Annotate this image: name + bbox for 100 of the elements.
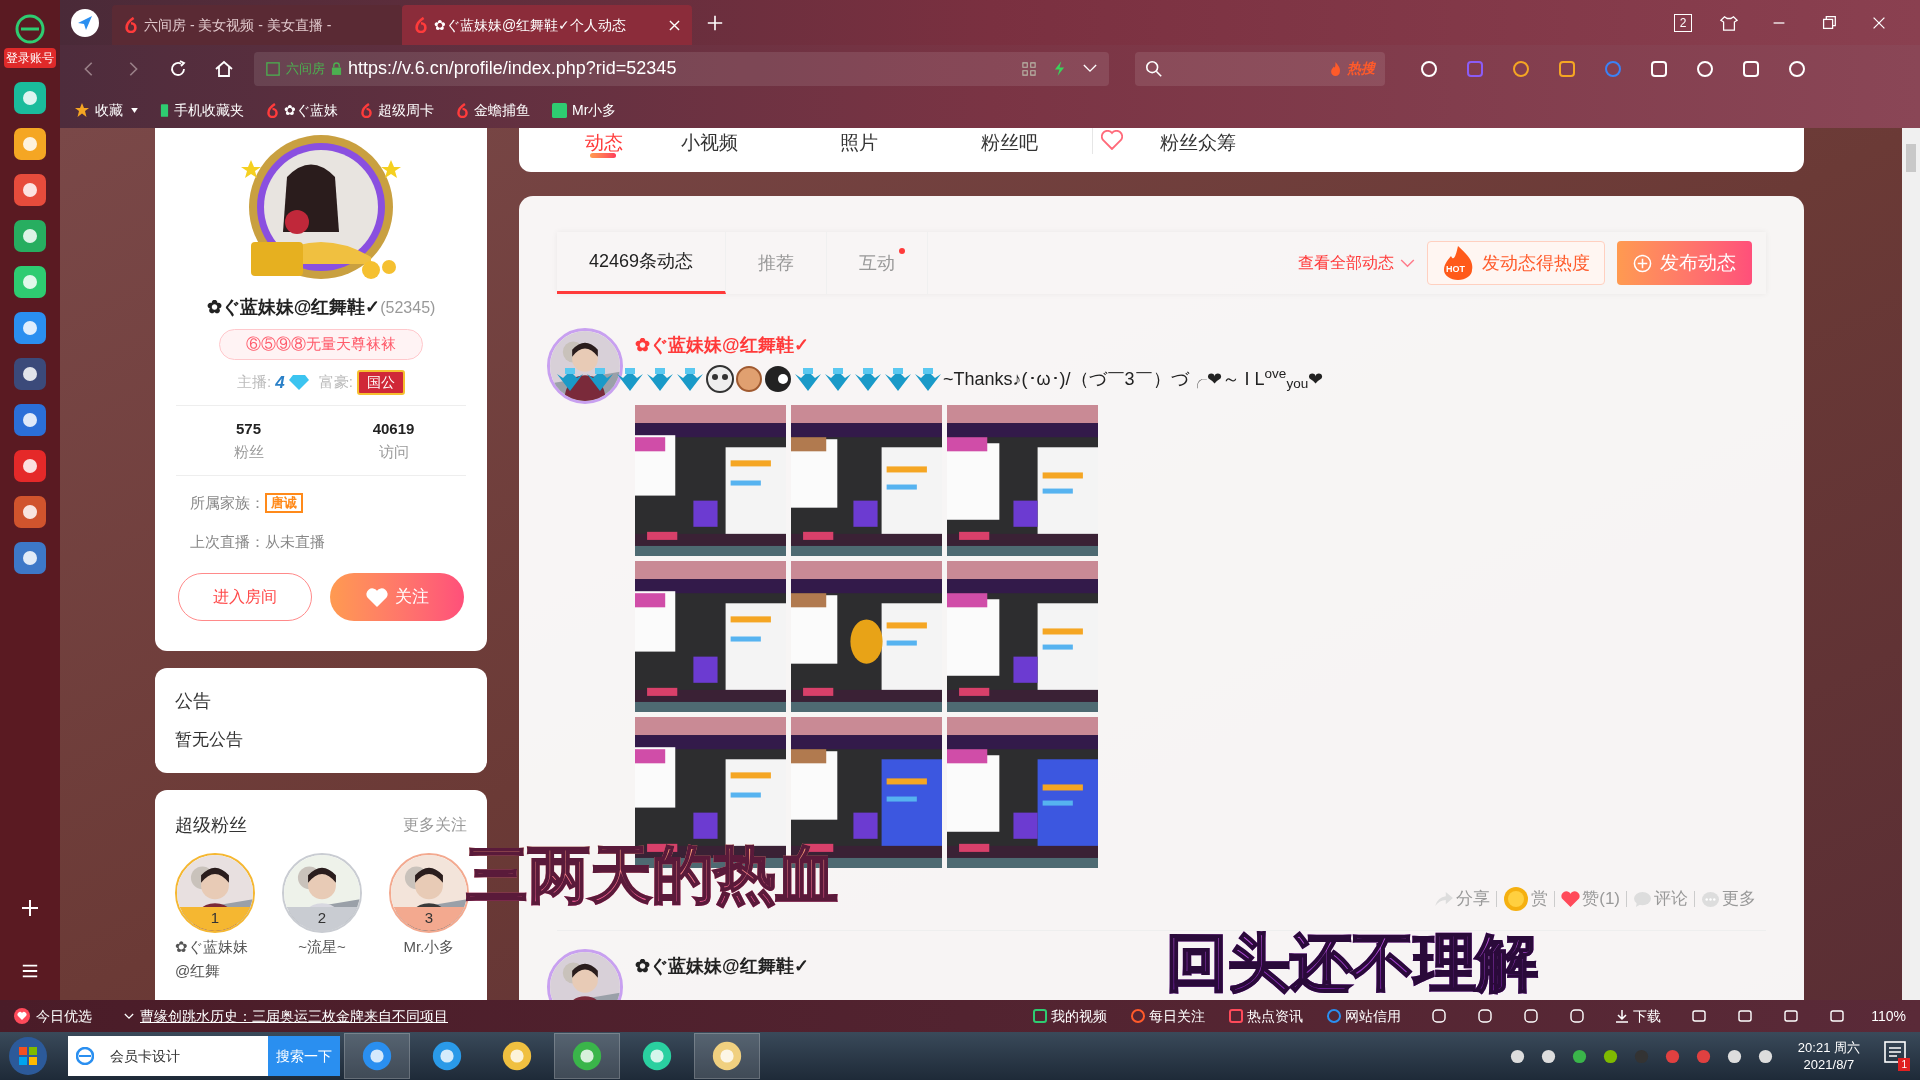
five-wing-icon <box>615 366 645 392</box>
anchor-label: 主播: <box>237 372 272 392</box>
bookmark-link[interactable]: 手机收藏夹 <box>160 99 244 121</box>
tab-count-badge[interactable]: 2 <box>1674 13 1692 32</box>
browser-logo-icon <box>15 14 45 44</box>
fan-name[interactable]: ~流星~ <box>298 934 346 959</box>
bookmark-link[interactable]: 收藏 <box>74 99 123 121</box>
browser-tab[interactable]: ✿ぐ蓝妹妹@红舞鞋✓个人动态 <box>402 5 692 45</box>
phone-icon <box>160 102 169 118</box>
zoom-level[interactable]: 110% <box>1871 1005 1906 1027</box>
login-button[interactable]: 登录账号 <box>4 48 56 68</box>
app-shortcut-icon[interactable] <box>14 450 46 482</box>
navigation-icon[interactable] <box>70 7 100 38</box>
app-shortcut-icon[interactable] <box>14 220 46 252</box>
post-text: ~Thanks♪(･ω･)/（づ￣3￣）づ╭❤～ I L$^{ove}$$_{you}$❤ <box>943 365 1324 393</box>
five-wing-icon <box>585 366 615 392</box>
browser-tab[interactable]: 六间房 - 美女视频 - 美女直播 - <box>112 5 402 45</box>
close-icon[interactable] <box>669 19 680 31</box>
add-icon[interactable] <box>20 898 40 918</box>
status-link[interactable]: 热点资讯 <box>1229 1005 1304 1027</box>
room-id: (52345) <box>380 298 436 318</box>
family-label: 所属家族： <box>190 493 265 513</box>
app-shortcut-icon[interactable] <box>14 174 46 206</box>
profile-name: ✿ぐ蓝妹妹@红舞鞋✓ <box>206 296 381 319</box>
reward-coin-icon <box>1503 886 1530 912</box>
nav-tab[interactable]: 粉丝众筹 <box>1123 128 1273 158</box>
notice-text: 暂无公告 <box>175 729 244 751</box>
five-wing-icon <box>555 366 585 392</box>
five-wing-icon <box>913 366 943 392</box>
qr-code-icon[interactable] <box>1022 61 1036 76</box>
app-shortcut-icon[interactable] <box>14 312 46 344</box>
six-logo-icon <box>456 102 469 118</box>
five-wing-icon <box>793 366 823 392</box>
plus-circle-icon <box>1633 253 1652 273</box>
rank-number: 3 <box>424 907 434 928</box>
restore-icon[interactable] <box>1820 13 1838 32</box>
status-link[interactable]: 网站信用 <box>1327 1005 1402 1027</box>
fan-name[interactable]: ✿ぐ蓝妹妹@红舞 <box>175 934 255 983</box>
app-shortcut-icon[interactable] <box>14 128 46 160</box>
five-wing-icon <box>645 366 675 392</box>
search-icon <box>1145 59 1163 78</box>
browser-logo-icon <box>76 1047 94 1065</box>
app-shortcut-icon[interactable] <box>14 82 46 114</box>
new-tab-icon[interactable] <box>706 13 724 32</box>
headline-link[interactable]: 曹缘创跳水历史：三届奥运三枚金牌来自不同项目 <box>140 1005 448 1027</box>
section-title: 超级粉丝 <box>175 813 247 837</box>
six-logo-icon <box>360 102 373 118</box>
status-link[interactable]: 每日关注 <box>1131 1005 1206 1027</box>
stat-label: 访问 <box>378 441 409 462</box>
app-shortcut-icon[interactable] <box>14 404 46 436</box>
nav-tab[interactable]: 照片 <box>784 128 934 158</box>
app-shortcut-icon[interactable] <box>14 358 46 390</box>
square-icon <box>1033 1009 1048 1023</box>
clock[interactable]: 20:21 周六 2021/8/7 <box>1797 1039 1860 1073</box>
skin-icon[interactable] <box>1720 13 1738 32</box>
nav-tab[interactable]: 动态 <box>574 128 634 158</box>
fan-avatar[interactable]: 1 <box>175 852 255 933</box>
chevron-down-icon[interactable] <box>1083 64 1097 73</box>
chevron-down-icon <box>1400 258 1415 268</box>
caret-icon[interactable] <box>131 107 138 113</box>
app-shortcut-icon[interactable] <box>14 266 46 298</box>
last-live-text: 上次直播：从未直播 <box>189 531 326 552</box>
certificate-icon <box>266 61 280 76</box>
start-button-icon[interactable] <box>8 1036 48 1076</box>
bookmark-link[interactable]: 金蟾捕鱼 <box>456 99 530 121</box>
bookmark-link[interactable]: 超级周卡 <box>360 99 434 121</box>
anchor-level: 4 <box>275 371 285 394</box>
download-link[interactable]: 下载 <box>1615 1005 1662 1027</box>
five-wing-icon <box>675 366 705 392</box>
taskbar-search-field[interactable]: 会员卡设计 <box>68 1036 268 1076</box>
lightning-icon[interactable] <box>1054 61 1065 76</box>
square-logo-icon <box>552 102 567 118</box>
rank-number: 2 <box>317 907 327 928</box>
notice-title: 公告 <box>175 690 212 713</box>
reload-icon[interactable] <box>168 58 188 79</box>
comment-icon <box>1633 890 1652 908</box>
app-shortcut-icon[interactable] <box>14 542 46 574</box>
status-link[interactable]: 我的视频 <box>1033 1005 1108 1027</box>
fan-avatar[interactable]: 2 <box>282 852 362 933</box>
scrollbar[interactable] <box>1902 128 1920 1000</box>
family-badge: 唐诚 <box>265 493 303 514</box>
nav-tab[interactable]: 粉丝吧 <box>934 128 1084 158</box>
five-wing-icon <box>883 366 913 392</box>
more-icon <box>1701 890 1720 908</box>
notification-count: 1 <box>1898 1058 1910 1071</box>
download-icon <box>1615 1009 1630 1023</box>
home-icon[interactable] <box>214 58 234 79</box>
bookmark-link[interactable]: ✿ぐ蓝妹 <box>266 99 338 121</box>
stat-value: 575 <box>236 419 261 439</box>
feed-tab[interactable]: 42469条动态 <box>557 232 727 294</box>
daily-pick-link[interactable]: 今日优选 <box>14 1005 92 1027</box>
stat-label: 粉丝 <box>233 441 264 462</box>
heart-badge-icon <box>1101 130 1123 150</box>
fan-name[interactable]: Mr.小多 <box>403 934 455 959</box>
chevron-down-icon[interactable] <box>124 1012 134 1020</box>
share-icon <box>1434 891 1455 907</box>
nav-tab[interactable]: 小视频 <box>634 128 784 158</box>
bookmark-link[interactable]: Mr小多 <box>552 99 617 121</box>
address-bar[interactable]: 六间房 https://v.6.cn/profile/index.php?rid=52345 <box>254 51 1109 86</box>
app-shortcut-icon[interactable] <box>14 496 46 528</box>
